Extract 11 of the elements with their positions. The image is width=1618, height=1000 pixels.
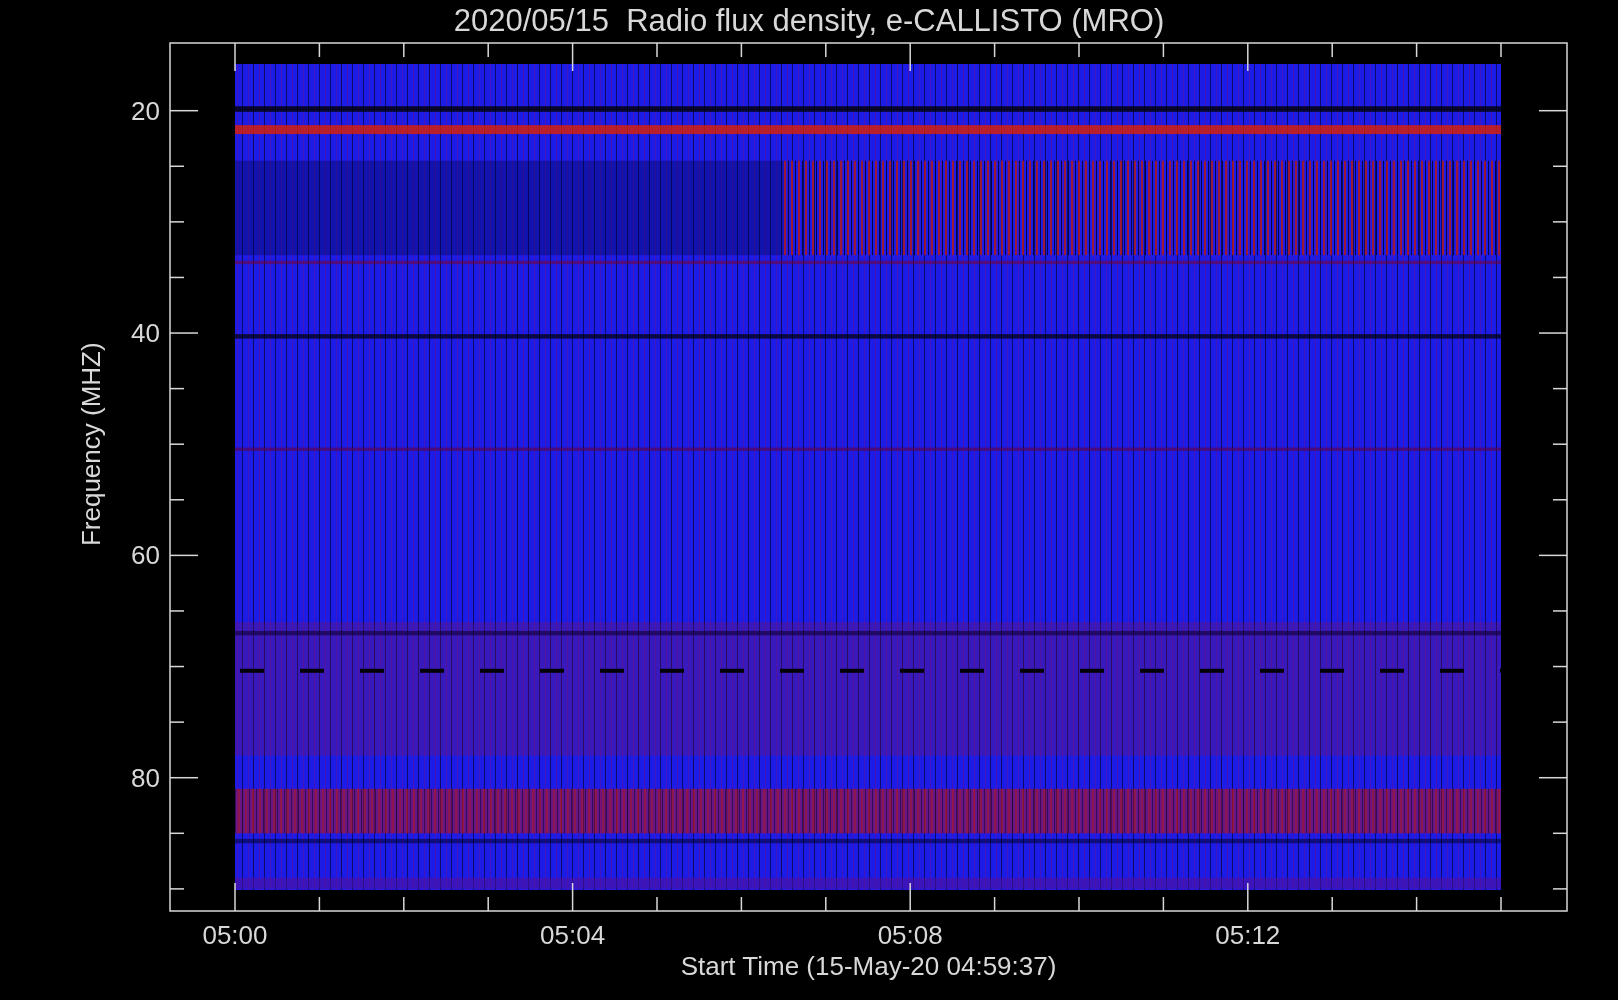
x-tick-label: 05:04 (540, 920, 606, 950)
x-tick-label: 05:08 (877, 920, 943, 950)
y-tick-label: 80 (131, 762, 160, 793)
y-axis-label: Frequency (MHZ) (76, 342, 106, 547)
x-tick-label: 05:00 (202, 920, 268, 950)
chart-title: 2020/05/15 Radio flux density, e-CALLISTO (MRO) (453, 3, 1165, 38)
y-tick-label: 20 (131, 95, 160, 126)
y-tick-label: 40 (131, 318, 160, 349)
x-axis-label: Start Time (15-May-20 04:59:37) (680, 951, 1057, 981)
x-tick-label: 05:12 (1215, 920, 1281, 950)
y-tick-label: 60 (131, 540, 160, 571)
